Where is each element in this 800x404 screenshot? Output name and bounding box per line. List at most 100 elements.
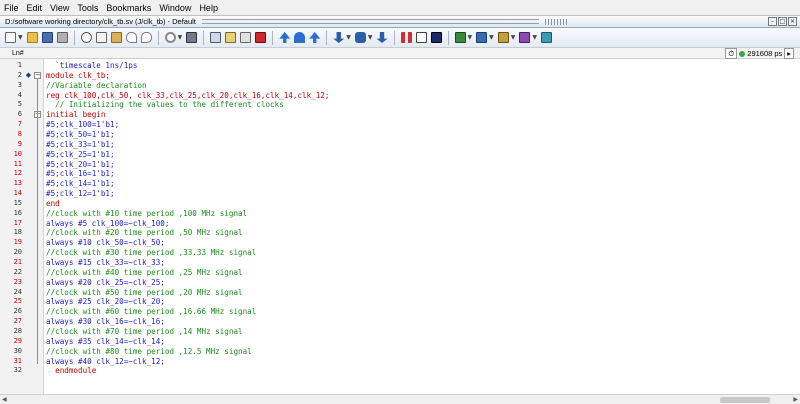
wave-add-icon[interactable]	[454, 32, 466, 43]
code-line[interactable]: 16 //clock with #10 time period ,100 MHz …	[0, 209, 800, 218]
code-line[interactable]: 12 #5;clk_16=1'b1;	[0, 169, 800, 178]
paste-icon[interactable]	[110, 32, 122, 43]
code-line[interactable]: 29 always #35 clk_14=~clk_14;	[0, 337, 800, 346]
bookmark-marker-icon[interactable]: ◆	[25, 71, 32, 79]
scroll-right-icon[interactable]: ▶	[793, 396, 798, 403]
code-line[interactable]: 7 #5;clk_100=1'b1;	[0, 120, 800, 129]
code-line[interactable]: 25 always #25 clk_20=~clk_20;	[0, 297, 800, 306]
code-line[interactable]: 13 #5;clk_14=1'b1;	[0, 179, 800, 188]
code-line[interactable]: 15 end	[0, 199, 800, 208]
signal-icon[interactable]	[354, 32, 366, 43]
menu-bookmarks[interactable]: Bookmarks	[106, 3, 151, 13]
code-text: #5;clk_16=1'b1;	[46, 169, 115, 179]
break-icon[interactable]	[333, 32, 345, 43]
code-line[interactable]: 31 always #40 clk_12=~clk_12;	[0, 357, 800, 366]
chevron-down-icon[interactable]: ▼	[468, 34, 473, 41]
code-line[interactable]: 14 #5;clk_12=1'b1;	[0, 189, 800, 198]
cut-icon[interactable]	[80, 32, 92, 43]
chevron-down-icon[interactable]: ▼	[511, 34, 516, 41]
arrow-up-icon[interactable]	[279, 32, 291, 43]
menu-view[interactable]: View	[50, 3, 69, 13]
no-entry-icon[interactable]	[164, 32, 176, 43]
chevron-down-icon[interactable]: ▼	[178, 34, 183, 41]
code-line[interactable]: 6−initial begin	[0, 110, 800, 119]
window-title-bar[interactable]: D:/software working directory/clk_tb.sv …	[0, 15, 800, 28]
code-editor[interactable]: 1 `timescale 1ns/1ps 2 ◆ − module clk_tb; 3//…	[0, 59, 800, 394]
code-line[interactable]: 23 always #20 clk_25=~clk_25;	[0, 278, 800, 287]
code-line[interactable]: 5 // Initializing the values to the diff…	[0, 100, 800, 109]
memory-icon[interactable]	[519, 32, 531, 43]
code-line[interactable]: 18 //clock with #20 time period ,50 MHz s…	[0, 228, 800, 237]
drag-grip-icon[interactable]	[545, 18, 567, 25]
scroll-left-icon[interactable]: ◀	[2, 396, 7, 403]
menu-file[interactable]: File	[4, 3, 19, 13]
open-folder-icon[interactable]	[26, 32, 38, 43]
code-line[interactable]: 26 //clock with #60 time period ,16.66 MH…	[0, 307, 800, 316]
line-number: 32	[13, 366, 22, 375]
code-line[interactable]: 3 //Variable declaration	[0, 81, 800, 90]
chevron-down-icon[interactable]: ▼	[532, 34, 537, 41]
find-icon[interactable]	[210, 32, 222, 43]
code-text: //clock with #10 time period ,100 MHz si…	[46, 208, 248, 218]
code-text: //clock with #80 time period ,12.5 MHz s…	[46, 346, 252, 356]
menu-help[interactable]: Help	[199, 3, 218, 13]
code-line[interactable]: 32 endmodule	[0, 366, 800, 375]
chevron-down-icon[interactable]: ▼	[18, 34, 23, 41]
line-number: 10	[13, 149, 22, 158]
print-icon[interactable]	[56, 32, 68, 43]
copy-icon[interactable]	[95, 32, 107, 43]
code-line[interactable]: 28 //clock with #70 time period ,14 MHz s…	[0, 327, 800, 336]
code-line[interactable]: 8 #5;clk_50=1'b1;	[0, 130, 800, 139]
code-line[interactable]: 19 always #10 clk_50=~clk_50;	[0, 238, 800, 247]
line-number: 11	[13, 159, 22, 168]
chevron-down-icon[interactable]: ▼	[368, 34, 373, 41]
bookmark-icon[interactable]	[225, 32, 237, 43]
code-line[interactable]: 11 #5;clk_20=1'b1;	[0, 160, 800, 169]
chevron-down-icon[interactable]: ▼	[346, 34, 351, 41]
scroll-thumb[interactable]	[720, 397, 770, 403]
menu-edit[interactable]: Edit	[27, 3, 43, 13]
step-over-icon[interactable]	[255, 32, 267, 43]
undo-icon[interactable]	[125, 32, 137, 43]
status-icon-box[interactable]: ⏱	[725, 48, 738, 59]
step-out-icon[interactable]	[294, 32, 306, 43]
horizontal-scrollbar[interactable]: ◀ ▶	[0, 394, 800, 404]
menu-window[interactable]: Window	[159, 3, 191, 13]
code-line[interactable]: 30 //clock with #80 time period ,12.5 MHz…	[0, 347, 800, 356]
maximize-button[interactable]: □	[778, 17, 787, 26]
code-line[interactable]: 2 ◆ − module clk_tb;	[0, 71, 800, 80]
minimize-button[interactable]: –	[768, 17, 777, 26]
code-line[interactable]: 10 #5;clk_25=1'b1;	[0, 150, 800, 159]
stop-icon[interactable]	[415, 32, 427, 43]
restart-icon[interactable]	[309, 32, 321, 43]
code-line[interactable]: 27 always #30 clk_16=~clk_16;	[0, 317, 800, 326]
new-file-icon[interactable]	[5, 32, 16, 43]
step-into-icon[interactable]	[376, 32, 388, 43]
status-dot-icon	[739, 50, 746, 57]
break-run-icon[interactable]	[430, 32, 442, 43]
compile-icon[interactable]	[186, 32, 198, 43]
code-line[interactable]: 21 always #15 clk_33=~clk_33;	[0, 258, 800, 267]
pause-icon[interactable]	[400, 32, 412, 43]
menu-tools[interactable]: Tools	[77, 3, 98, 13]
code-line[interactable]: 9 #5;clk_33=1'b1;	[0, 140, 800, 149]
wave-dataflow-icon[interactable]	[476, 32, 488, 43]
redo-icon[interactable]	[140, 32, 152, 43]
sim-time-status: ⏱ 291608 ps ▸	[723, 48, 794, 59]
code-text: initial begin	[46, 110, 106, 120]
code-line[interactable]: 24 //clock with #50 time period ,20 MHz s…	[0, 288, 800, 297]
fold-toggle-icon[interactable]: −	[34, 71, 41, 79]
code-line[interactable]: 17 always #5 clk_100=~clk_100;	[0, 219, 800, 228]
wave-list-icon[interactable]	[497, 32, 509, 43]
close-button[interactable]: ×	[788, 17, 797, 26]
code-line[interactable]: 1 `timescale 1ns/1ps	[0, 61, 800, 70]
code-line[interactable]: 22 //clock with #40 time period ,25 MHz s…	[0, 268, 800, 277]
code-line[interactable]: 20 //clock with #30 time period ,33.33 MH…	[0, 248, 800, 257]
chevron-down-icon[interactable]: ▼	[489, 34, 494, 41]
code-text: #5;clk_12=1'b1;	[46, 189, 115, 199]
more-button[interactable]: ▸	[784, 48, 794, 59]
code-line[interactable]: 4 reg clk_100,clk_50, clk_33,clk_25,clk_2…	[0, 91, 800, 100]
save-icon[interactable]	[41, 32, 53, 43]
step-icon[interactable]	[240, 32, 252, 43]
schematic-icon[interactable]	[541, 32, 552, 43]
